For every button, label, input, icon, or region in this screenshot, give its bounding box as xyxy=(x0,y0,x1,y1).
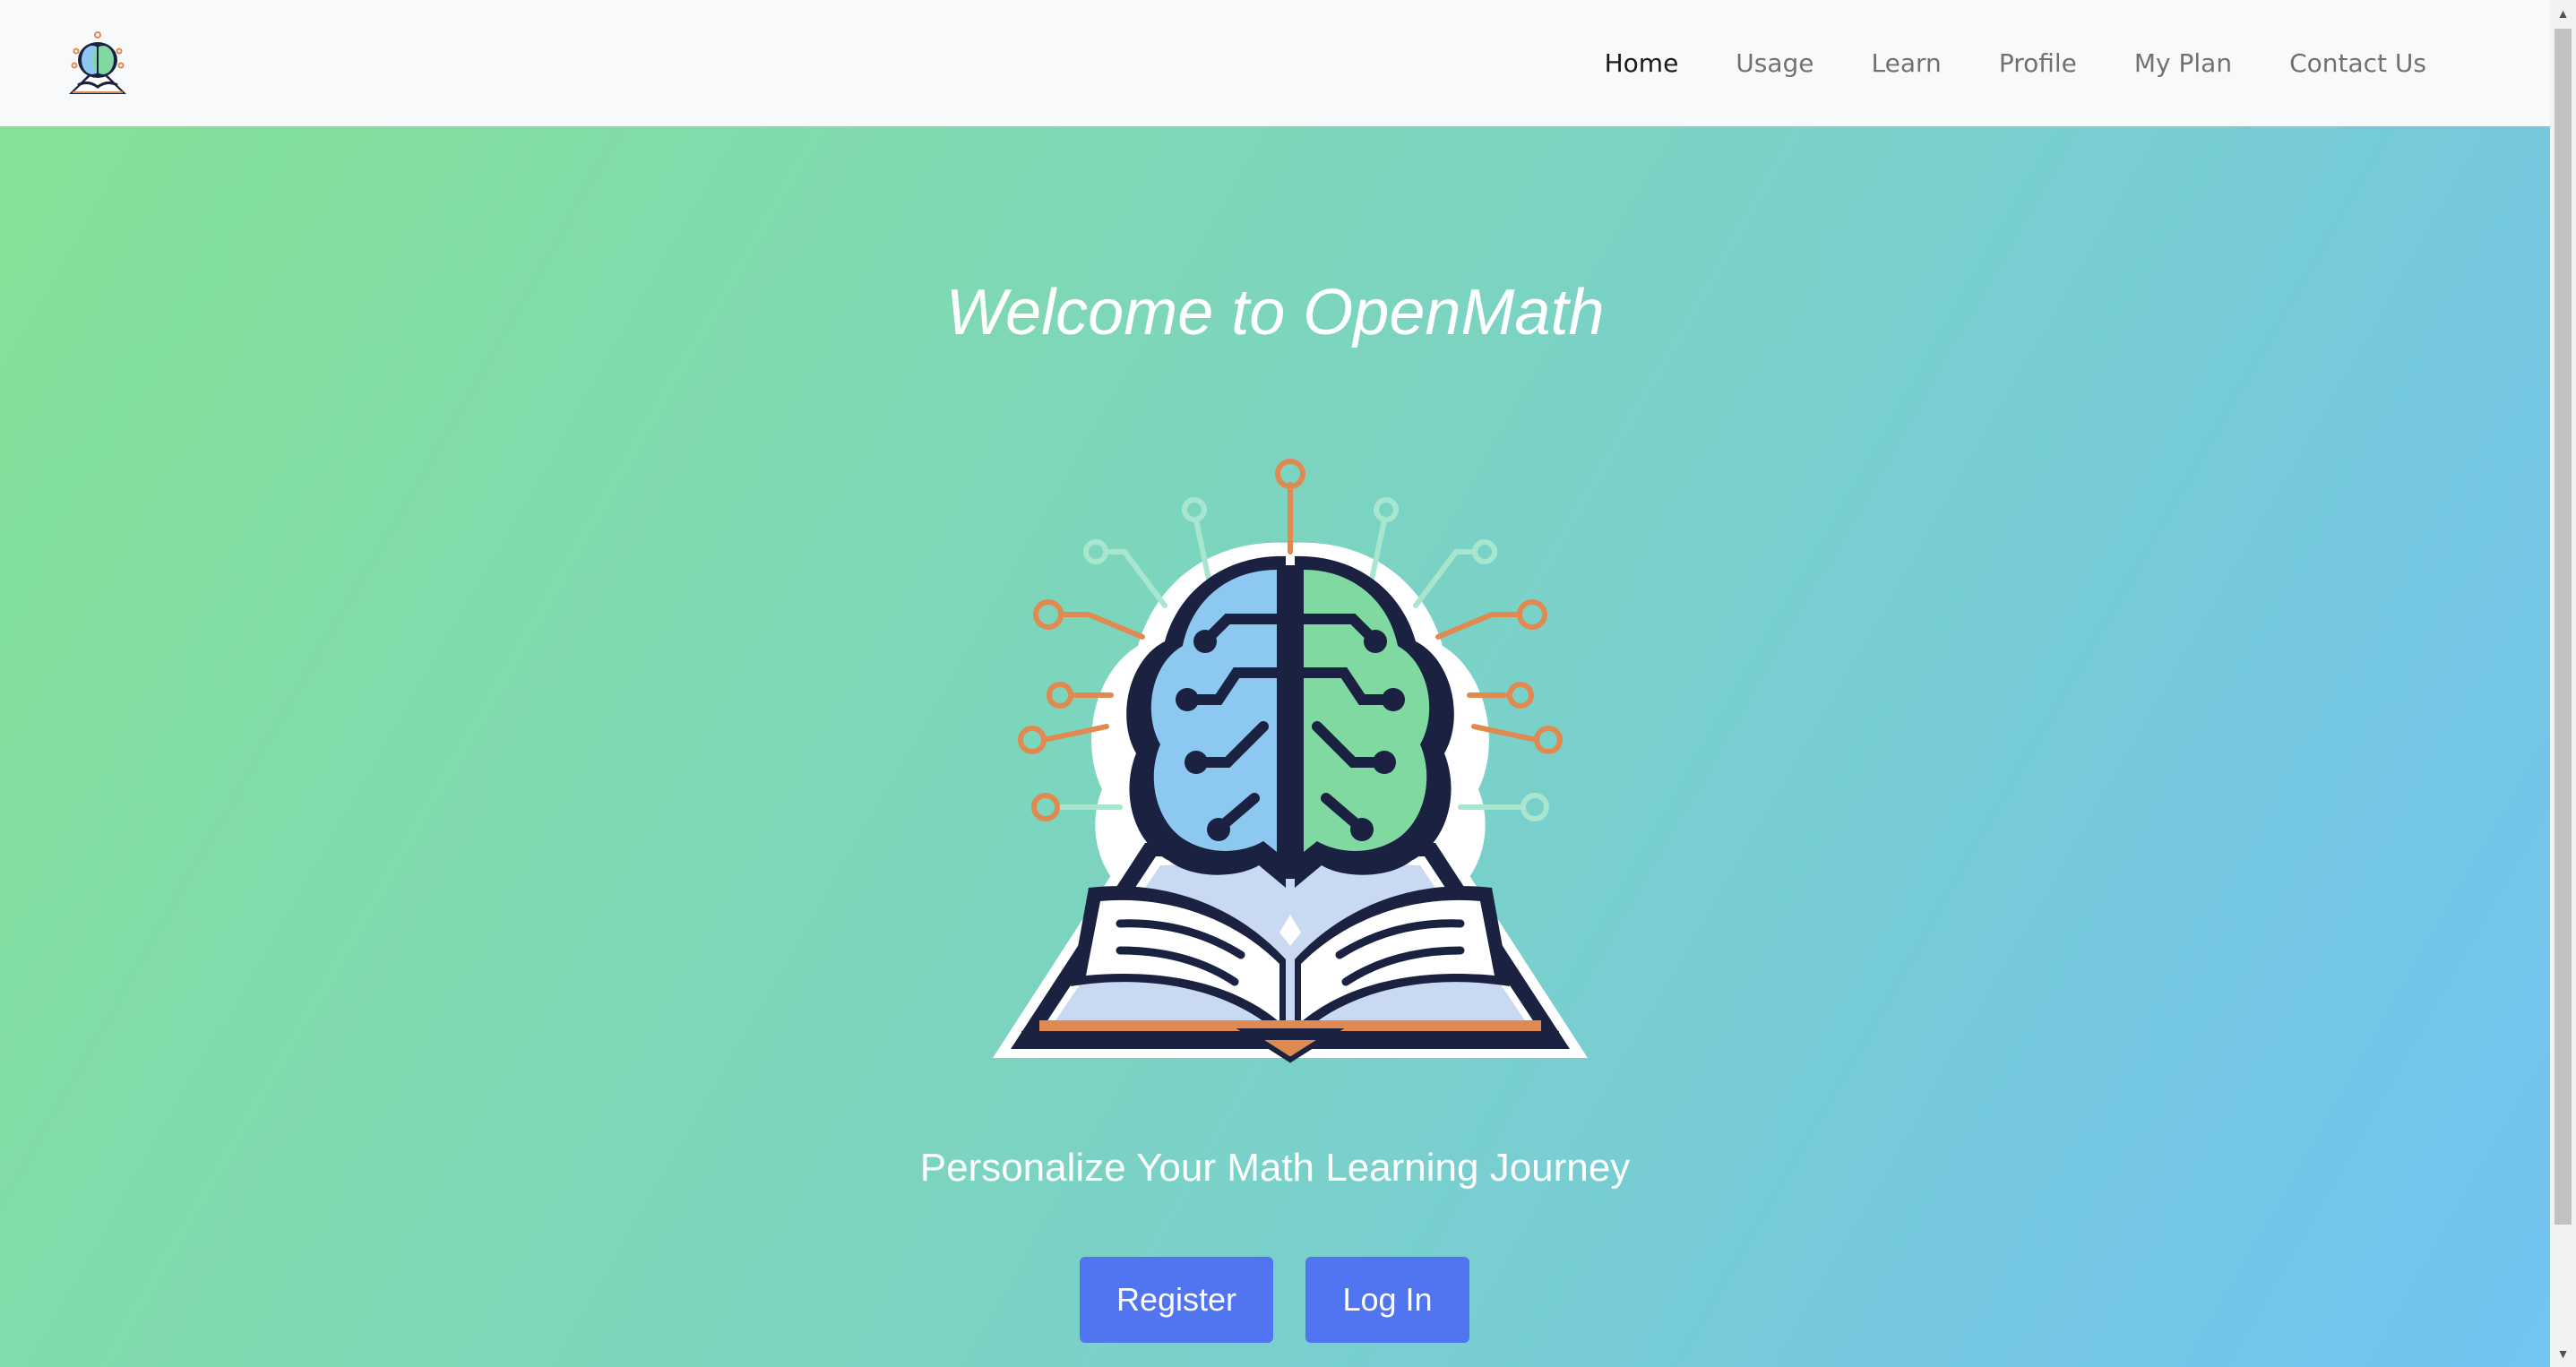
nav-link-home[interactable]: Home xyxy=(1576,48,1708,78)
hero-title: Welcome to OpenMath xyxy=(945,277,1605,348)
brand-logo-icon[interactable] xyxy=(65,30,130,98)
navbar: Home Usage Learn Profile My Plan Contact… xyxy=(0,0,2550,126)
scroll-up-arrow-icon[interactable]: ▲ xyxy=(2550,0,2576,27)
vertical-scrollbar[interactable]: ▲ ▼ xyxy=(2550,0,2576,1367)
nav-link-learn[interactable]: Learn xyxy=(1843,48,1970,78)
nav-link-usage[interactable]: Usage xyxy=(1707,48,1842,78)
hero-subtitle: Personalize Your Math Learning Journey xyxy=(919,1146,1631,1190)
nav-link-profile[interactable]: Profile xyxy=(1970,48,2106,78)
nav-link-my-plan[interactable]: My Plan xyxy=(2106,48,2261,78)
scroll-down-arrow-icon[interactable]: ▼ xyxy=(2550,1340,2576,1367)
brain-book-logo-icon xyxy=(993,459,1588,1063)
page: Home Usage Learn Profile My Plan Contact… xyxy=(0,0,2576,1367)
nav-link-contact-us[interactable]: Contact Us xyxy=(2261,48,2455,78)
register-button[interactable]: Register xyxy=(1080,1257,1273,1343)
scroll-thumb[interactable] xyxy=(2554,29,2572,1225)
hero-section: Welcome to OpenMath Personalize Your Mat… xyxy=(0,126,2550,1367)
nav-links: Home Usage Learn Profile My Plan Contact… xyxy=(1576,0,2455,126)
login-button[interactable]: Log In xyxy=(1305,1257,1469,1343)
